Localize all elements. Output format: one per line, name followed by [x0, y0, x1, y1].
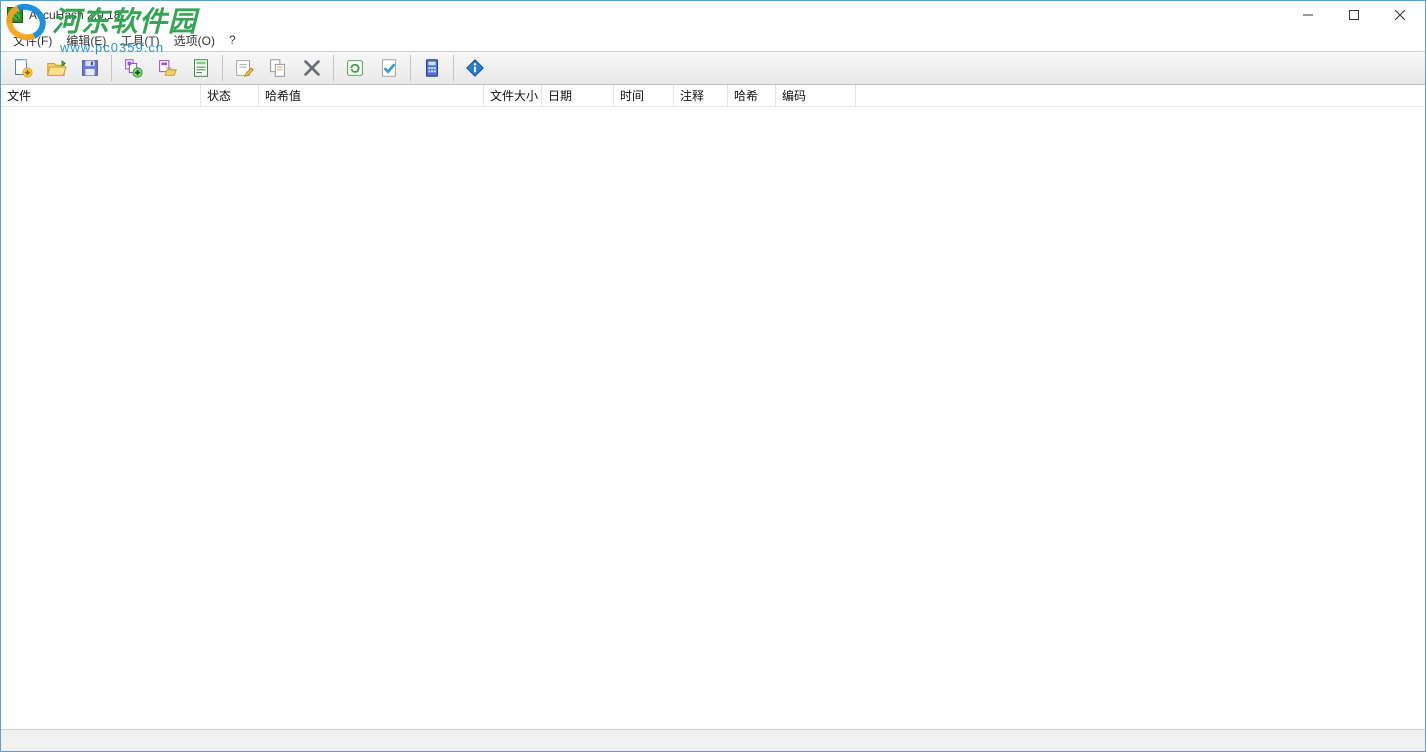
- col-filesize[interactable]: 文件大小: [484, 85, 542, 106]
- properties-button[interactable]: [185, 53, 217, 83]
- new-file-icon: [11, 57, 33, 79]
- toolbar-separator: [410, 55, 411, 81]
- copy-button[interactable]: [262, 53, 294, 83]
- titlebar: AccuHash 2.0.18: [1, 1, 1425, 29]
- properties-icon: [190, 57, 212, 79]
- save-disk-icon: [79, 57, 101, 79]
- verify-check-icon: [378, 57, 400, 79]
- copy-icon: [267, 57, 289, 79]
- column-headers: 文件 状态 哈希值 文件大小 日期 时间 注释 哈希 编码: [1, 85, 1425, 107]
- menu-options[interactable]: 选项(O): [168, 30, 221, 51]
- col-hash[interactable]: 哈希: [728, 85, 776, 106]
- calculator-button[interactable]: [416, 53, 448, 83]
- col-comment[interactable]: 注释: [674, 85, 728, 106]
- refresh-icon: [344, 57, 366, 79]
- app-icon: [7, 7, 23, 23]
- delete-x-icon: [301, 57, 323, 79]
- toolbar-separator: [453, 55, 454, 81]
- save-button[interactable]: [74, 53, 106, 83]
- edit-button[interactable]: [228, 53, 260, 83]
- refresh-button[interactable]: [339, 53, 371, 83]
- new-button[interactable]: [6, 53, 38, 83]
- minimize-button[interactable]: [1285, 1, 1331, 29]
- edit-pencil-icon: [233, 57, 255, 79]
- col-date[interactable]: 日期: [542, 85, 614, 106]
- file-list[interactable]: [1, 107, 1425, 729]
- menu-tools[interactable]: 工具(T): [114, 30, 165, 51]
- menu-edit[interactable]: 编辑(E): [60, 30, 112, 51]
- menubar: 文件(F) 编辑(E) 工具(T) 选项(O) ?: [1, 29, 1425, 51]
- statusbar: [1, 729, 1425, 751]
- calculator-icon: [421, 57, 443, 79]
- toolbar-separator: [111, 55, 112, 81]
- toolbar-separator: [333, 55, 334, 81]
- menu-help[interactable]: ?: [223, 31, 242, 49]
- close-button[interactable]: [1377, 1, 1423, 29]
- toolbar: [1, 51, 1425, 85]
- delete-button[interactable]: [296, 53, 328, 83]
- window-title: AccuHash 2.0.18: [29, 8, 120, 22]
- open-folder-icon: [45, 57, 67, 79]
- col-status[interactable]: 状态: [201, 85, 259, 106]
- menu-file[interactable]: 文件(F): [7, 30, 58, 51]
- col-time[interactable]: 时间: [614, 85, 674, 106]
- col-file[interactable]: 文件: [1, 85, 201, 106]
- add-folder-icon: [156, 57, 178, 79]
- info-icon: [464, 57, 486, 79]
- add-folder-button[interactable]: [151, 53, 183, 83]
- col-hashvalue[interactable]: 哈希值: [259, 85, 484, 106]
- open-button[interactable]: [40, 53, 72, 83]
- add-files-icon: [122, 57, 144, 79]
- verify-button[interactable]: [373, 53, 405, 83]
- add-files-button[interactable]: [117, 53, 149, 83]
- about-button[interactable]: [459, 53, 491, 83]
- maximize-button[interactable]: [1331, 1, 1377, 29]
- col-encoding[interactable]: 编码: [776, 85, 856, 106]
- toolbar-separator: [222, 55, 223, 81]
